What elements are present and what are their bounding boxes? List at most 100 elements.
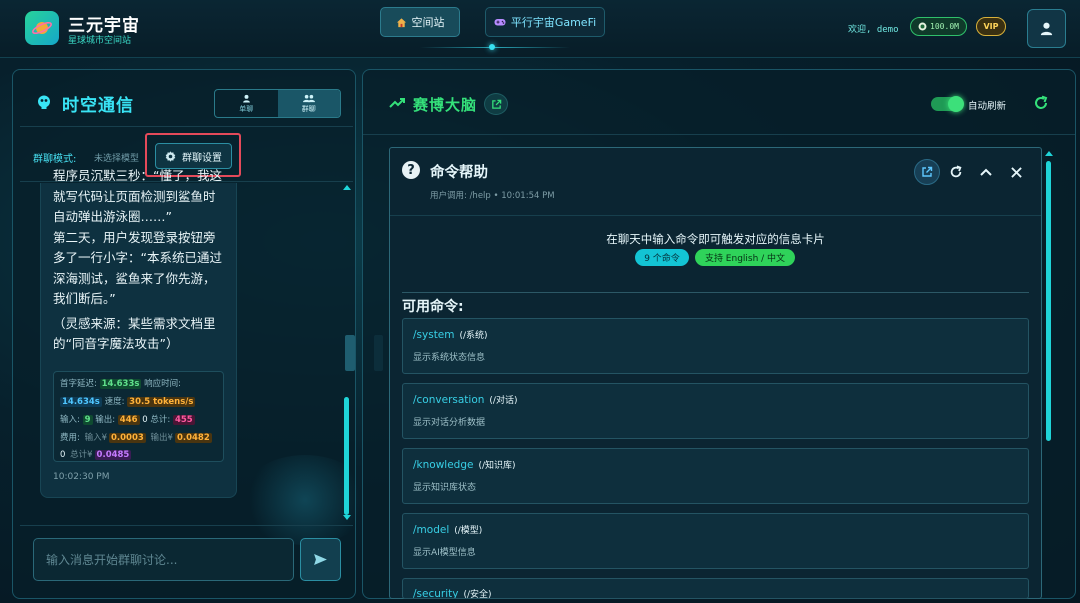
stats-cost-row: 费用: 输入¥ 0.0003 输出¥ 0.0482 <box>60 431 212 443</box>
scroll-up-arrow-icon[interactable] <box>343 185 351 190</box>
command-help-intro: 在聊天中输入命令即可触发对应的信息卡片 <box>606 232 825 246</box>
external-link-icon <box>491 99 501 109</box>
speed-label: 速度: <box>104 397 125 407</box>
message-line: （灵感来源：某些需求文档里 <box>53 315 216 331</box>
card-close-button[interactable] <box>1003 159 1029 185</box>
home-icon <box>396 17 406 27</box>
chat-input[interactable] <box>33 538 294 581</box>
trending-up-icon <box>389 98 405 108</box>
message-line: 就写代码让页面检测到鲨鱼时 <box>53 188 216 204</box>
first-token-label: 首字延迟: <box>60 379 97 389</box>
command-help-subtitle: 用户调用: /help • 10:01:54 PM <box>430 191 555 201</box>
command-item-system[interactable]: /system (/系统) 显示系统状态信息 <box>402 318 1029 374</box>
message-line: 程序员沉默三秒：“懂了，我这 <box>53 168 222 183</box>
message-line: 我们断后。” <box>53 291 116 306</box>
refresh-icon[interactable] <box>1033 95 1049 111</box>
command-description: 显示知识库状态 <box>413 483 477 493</box>
send-icon <box>314 554 327 565</box>
command-help-title: 命令帮助 <box>430 165 488 181</box>
close-icon <box>1010 166 1022 178</box>
section-divider <box>402 292 1029 293</box>
message-line: 第二天，用户发现登录按钮旁 <box>53 229 216 245</box>
chat-scrollbar-thumb[interactable] <box>344 397 349 515</box>
scroll-down-arrow-icon[interactable] <box>343 515 351 520</box>
command-description: 显示AI模型信息 <box>413 548 476 558</box>
card-scrollbar[interactable] <box>1045 147 1053 599</box>
command-name: /conversation (/对话) <box>413 393 517 406</box>
brain-icon <box>38 95 50 109</box>
group-icon <box>302 94 315 102</box>
cost-total-prefix: 0 <box>60 450 66 460</box>
user-profile-button[interactable] <box>1027 9 1066 48</box>
tab-private-chat-label: 单聊 <box>239 104 254 113</box>
total-prefix: 0 <box>142 415 148 425</box>
command-name: /model (/模型) <box>413 523 482 536</box>
command-item-model[interactable]: /model (/模型) 显示AI模型信息 <box>402 513 1029 569</box>
user-icon <box>1040 22 1053 36</box>
open-external-button[interactable] <box>484 93 508 115</box>
tab-private-chat[interactable]: 单聊 <box>215 90 278 117</box>
cost-input-label: 输入¥ <box>84 433 107 443</box>
cost-output-value: 0.0482 <box>174 433 212 443</box>
command-name-text: /system <box>413 329 455 341</box>
tab-group-chat[interactable]: 群聊 <box>277 90 340 117</box>
command-alias: (/系统) <box>459 331 488 341</box>
command-name-text: /security <box>413 588 459 599</box>
card-refresh-button[interactable] <box>943 159 969 185</box>
command-name-text: /model <box>413 524 450 536</box>
command-name: /system (/系统) <box>413 328 488 341</box>
auto-refresh-toggle[interactable] <box>931 96 964 112</box>
coin-balance-value: 100.0M <box>930 22 959 31</box>
vip-badge[interactable]: VIP <box>976 17 1006 36</box>
planet-logo-icon[interactable] <box>25 11 59 45</box>
brand-subtitle: 星球城市空间站 <box>68 36 132 46</box>
stats-speed-row: 14.634s 速度: 30.5 tokens/s <box>60 395 196 407</box>
group-mode-value: 未选择模型 <box>94 154 140 164</box>
welcome-text: 欢迎, demo <box>848 25 899 35</box>
external-link-icon <box>922 166 933 177</box>
stats-cost-total-row: 0 总计¥ 0.0485 <box>60 448 132 460</box>
card-open-external-button[interactable] <box>914 159 940 185</box>
chat-message-text: 程序员沉默三秒：“懂了，我这 就写代码让页面检测到鲨鱼时 自动弹出游泳圈……” … <box>53 166 233 355</box>
command-item-security[interactable]: /security (/安全) <box>402 578 1029 599</box>
command-alias: (/模型) <box>454 526 483 536</box>
nav-gamefi-label: 平行宇宙GameFi <box>510 16 597 29</box>
command-description: 显示系统状态信息 <box>413 353 486 363</box>
chat-panel-title: 时空通信 <box>62 96 134 116</box>
command-name: /knowledge (/知识库) <box>413 458 516 471</box>
language-support-tag: 支持 English / 中文 <box>695 249 795 266</box>
nav-gamefi[interactable]: 平行宇宙GameFi <box>485 7 605 37</box>
group-mode-label: 群聊模式: <box>33 154 77 165</box>
nav-indicator-line <box>420 47 570 48</box>
command-item-knowledge[interactable]: /knowledge (/知识库) 显示知识库状态 <box>402 448 1029 504</box>
command-description: 显示对话分析数据 <box>413 418 486 428</box>
user-icon <box>242 94 250 102</box>
nav-space-station[interactable]: 空间站 <box>380 7 460 37</box>
card-scrollbar-thumb[interactable] <box>1046 161 1051 441</box>
nav-indicator-dot <box>489 44 495 50</box>
refresh-icon <box>950 165 962 178</box>
speed-value: 30.5 tokens/s <box>127 397 196 407</box>
command-count-tag: 9 个命令 <box>635 249 689 266</box>
cost-total-label: 总计¥ <box>70 450 93 460</box>
cost-total-value: 0.0485 <box>94 450 132 460</box>
send-button[interactable] <box>300 538 341 581</box>
cost-input-value: 0.0003 <box>109 433 146 443</box>
command-item-conversation[interactable]: /conversation (/对话) 显示对话分析数据 <box>402 383 1029 439</box>
command-alias: (/对话) <box>489 396 518 406</box>
scroll-up-arrow-icon[interactable] <box>1045 151 1053 156</box>
toggle-knob <box>948 96 964 112</box>
coin-icon <box>918 22 927 31</box>
coin-balance-badge[interactable]: 100.0M <box>910 17 967 36</box>
gamepad-icon <box>494 19 506 26</box>
command-alias: (/安全) <box>463 590 492 599</box>
top-header: 三元宇宙 星球城市空间站 空间站 平行宇宙GameFi 欢迎, demo 100… <box>0 0 1080 58</box>
first-token-value: 14.633s <box>99 379 142 389</box>
total-tokens-value: 455 <box>172 415 195 425</box>
message-line: 的“同音字魔法攻击”） <box>53 336 179 351</box>
command-name-text: /knowledge <box>413 459 474 471</box>
card-collapse-button[interactable] <box>973 159 999 185</box>
panel-splitter-handle[interactable] <box>345 335 355 371</box>
chevron-up-icon <box>980 168 992 176</box>
input-tokens-value: 9 <box>82 415 93 425</box>
